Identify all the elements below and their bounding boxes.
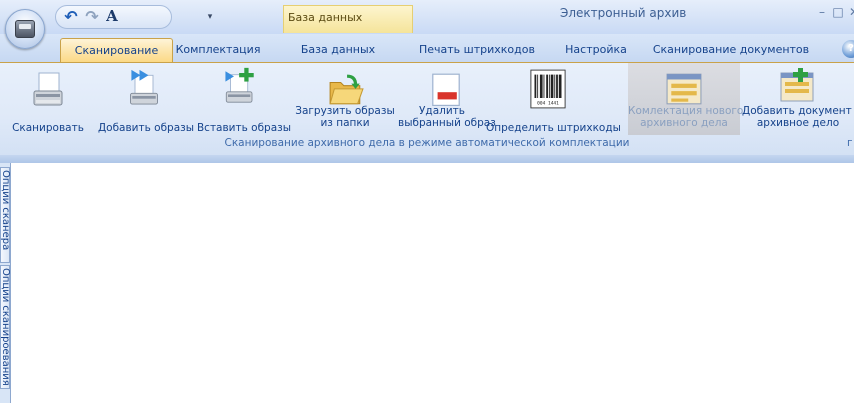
delete-image-label-line1: Удалить <box>419 105 465 117</box>
side-panel: Опции сканера Опции сканироевания <box>0 163 11 403</box>
close-icon[interactable]: ✕ <box>846 4 854 20</box>
scan-label: Сканировать <box>12 122 84 134</box>
insert-images-icon <box>225 67 254 103</box>
add-document-button[interactable]: Добавить документ в архивное дело <box>742 63 854 137</box>
tab-scanning[interactable]: Сканирование <box>60 38 173 63</box>
minimize-icon[interactable]: – <box>814 4 830 20</box>
ribbon-group-label: Сканирование архивного дела в режиме авт… <box>224 137 630 149</box>
tab-scanning-options-label: Опции сканироевания <box>0 268 11 386</box>
tab-scanner-options[interactable]: Опции сканера <box>0 167 11 263</box>
scanner-orb-icon <box>15 20 35 38</box>
quick-access-toolbar: ↶ ↷ A ▾ <box>55 5 212 29</box>
new-case-label-line2: архивного дела <box>640 117 728 129</box>
tab-database[interactable]: База данных <box>278 38 398 62</box>
insert-images-label: Вставить образы <box>196 122 292 134</box>
tab-settings[interactable]: Настройка <box>556 38 636 62</box>
add-images-icon <box>130 69 158 105</box>
font-button[interactable]: A <box>102 7 122 26</box>
ribbon-panel: Сканировать Добавить образы Вставить обр… <box>0 62 854 156</box>
undo-icon[interactable]: ↶ <box>61 7 81 26</box>
redo-icon[interactable]: ↷ <box>82 7 102 26</box>
add-document-icon <box>780 68 814 102</box>
insert-images-button[interactable]: Вставить образы <box>196 63 292 137</box>
title-bar: ↶ ↷ A ▾ База данных Электронный архив – … <box>0 0 854 34</box>
delete-image-button[interactable]: Удалить выбранный образ <box>398 63 496 137</box>
add-images-label: Добавить образы <box>97 122 195 134</box>
ribbon-group-label-right: г <box>847 137 853 149</box>
scan-button[interactable]: Сканировать <box>4 63 92 137</box>
load-images-label-line1: Загрузить образы <box>295 105 395 117</box>
context-tab-database: База данных <box>283 5 413 33</box>
ribbon-bottom-strip <box>0 155 854 163</box>
tab-scanning-options[interactable]: Опции сканироевания <box>0 265 11 389</box>
qat-customize-icon[interactable]: ▾ <box>204 10 216 24</box>
tab-scanner-options-label: Опции сканера <box>0 170 11 251</box>
office-button[interactable] <box>5 9 45 49</box>
new-case-button[interactable]: Комлектация нового архивного дела <box>628 63 744 135</box>
add-document-label-line2: архивное дело <box>756 117 840 129</box>
window-title: Электронный архив <box>560 6 687 20</box>
load-images-label-line2: из папки <box>320 117 370 129</box>
tab-print-barcodes[interactable]: Печать штрихкодов <box>412 38 542 62</box>
load-images-folder-button[interactable]: Загрузить образы из папки <box>292 63 398 137</box>
barcode-icon: 004 1441 <box>530 69 566 109</box>
add-images-button[interactable]: Добавить образы <box>96 63 196 137</box>
detect-barcodes-label: Определить штрихкоды <box>486 122 621 134</box>
document-viewer-area[interactable] <box>11 163 854 403</box>
ribbon-tabs: Сканирование Комплектация База данных Пе… <box>0 34 854 63</box>
new-case-icon <box>666 73 702 105</box>
tab-document-scanning[interactable]: Сканирование документов <box>646 38 816 62</box>
add-document-label-line1: Добавить документ в <box>742 105 854 117</box>
new-case-label-line1: Комлектация нового <box>628 105 744 117</box>
scanner-icon <box>33 72 63 106</box>
delete-image-label-line2: выбранный образ <box>398 117 496 129</box>
help-icon[interactable]: ? <box>842 40 854 58</box>
tab-completion[interactable]: Комплектация <box>172 38 264 62</box>
detect-barcodes-button[interactable]: 004 1441 Определить штрихкоды <box>486 63 621 137</box>
barcode-number: 004 1441 <box>537 100 559 106</box>
app-window: ↶ ↷ A ▾ База данных Электронный архив – … <box>0 0 854 403</box>
maximize-icon[interactable]: □ <box>830 4 846 20</box>
